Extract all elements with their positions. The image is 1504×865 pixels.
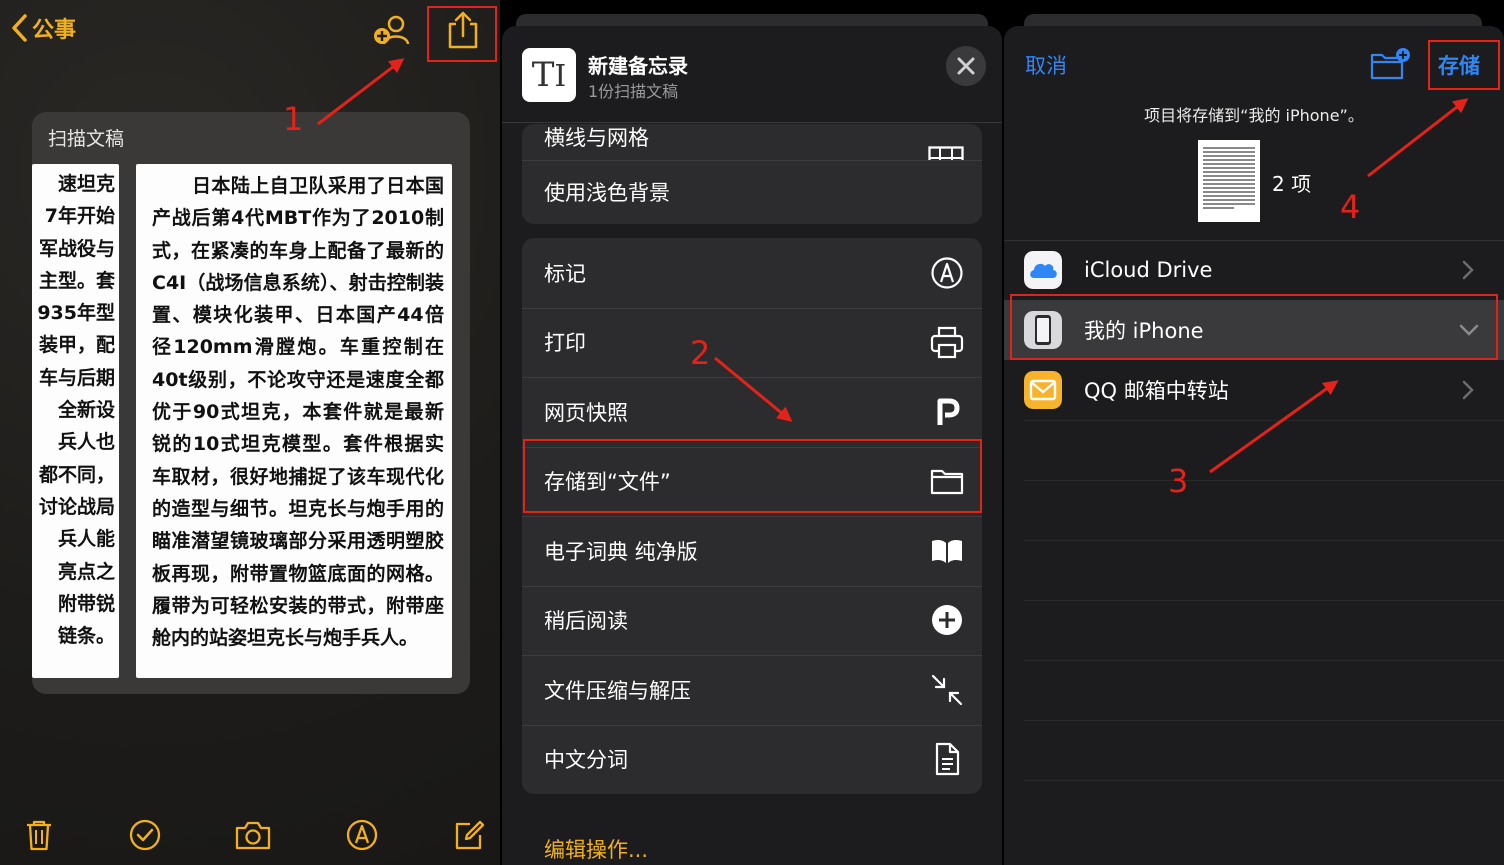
actions-group: 标记 打印 网页快照 存储到“文件” 电子词典 纯净版 稍后阅读 文件压缩与解压… bbox=[522, 238, 982, 794]
scan-card-title: 扫描文稿 bbox=[48, 128, 125, 150]
my-iphone-highlight-box bbox=[1010, 294, 1498, 360]
divider bbox=[1024, 420, 1504, 421]
document-icon bbox=[935, 743, 960, 776]
files-sheet: 取消 存储 项目将存储到“我的 iPhone”。 2 项 iCloud Driv… bbox=[1004, 26, 1504, 865]
sheet-subtitle: 1份扫描文稿 bbox=[588, 82, 679, 101]
save-highlight-box bbox=[1428, 40, 1500, 90]
chevron-right-icon bbox=[1462, 380, 1474, 400]
book-icon bbox=[932, 539, 962, 563]
scanned-page-previous[interactable]: 速坦克 7年开始军战役与主型。套 935年型装甲，配车与后期全新设兵人也都不同， 讨论… bbox=[32, 164, 119, 678]
checklist-icon[interactable] bbox=[128, 818, 162, 852]
action-label: 网页快照 bbox=[544, 400, 628, 425]
save-to-files-highlight-box bbox=[523, 439, 982, 513]
action-light-background[interactable]: 使用浅色背景 bbox=[522, 160, 982, 224]
scanned-page-text: 日本陆上自卫队采用了日本国产战后第4代MBT作为了2010制式，在紧凑的车身上配… bbox=[152, 175, 444, 650]
action-dictionary[interactable]: 电子词典 纯净版 bbox=[522, 516, 982, 586]
trash-icon[interactable] bbox=[22, 818, 56, 852]
scanned-page-line: 装甲，配 bbox=[38, 334, 115, 357]
action-lines-grids[interactable]: 横线与网格 bbox=[522, 124, 982, 160]
scanned-page-line: 车与后期 bbox=[38, 366, 115, 389]
edit-actions-link[interactable]: 编辑操作... bbox=[544, 834, 648, 864]
action-label: 文件压缩与解压 bbox=[544, 678, 691, 703]
annotation-number: 1 bbox=[283, 100, 304, 138]
scanned-page-current[interactable]: 日本陆上自卫队采用了日本国产战后第4代MBT作为了2010制式，在紧凑的车身上配… bbox=[136, 164, 452, 678]
document-thumbnail bbox=[1198, 140, 1260, 222]
action-web-snapshot[interactable]: 网页快照 bbox=[522, 377, 982, 447]
note-document-icon: TI bbox=[522, 48, 576, 102]
action-compress[interactable]: 文件压缩与解压 bbox=[522, 655, 982, 725]
notes-toolbar bbox=[0, 810, 500, 860]
grid-icon bbox=[928, 146, 964, 160]
scanned-page-line: 兵人也 bbox=[57, 431, 115, 454]
action-word-segmentation[interactable]: 中文分词 bbox=[522, 724, 982, 795]
action-label: 打印 bbox=[544, 331, 586, 356]
new-folder-icon[interactable] bbox=[1370, 48, 1410, 80]
annotation-number: 3 bbox=[1168, 462, 1189, 500]
scanned-page-line: 链条。 bbox=[57, 625, 115, 648]
compress-icon bbox=[931, 674, 963, 705]
annotation-number: 4 bbox=[1340, 188, 1361, 226]
camera-icon[interactable] bbox=[234, 818, 272, 852]
location-qq-mail[interactable]: QQ 邮箱中转站 bbox=[1004, 360, 1504, 420]
action-print[interactable]: 打印 bbox=[522, 307, 982, 378]
chevron-right-icon bbox=[1462, 260, 1474, 280]
scanned-page-line: 全新设 bbox=[57, 399, 115, 422]
scanned-page-line: 附带锐 bbox=[57, 592, 115, 615]
chevron-left-icon bbox=[12, 14, 27, 42]
divider bbox=[1024, 480, 1504, 481]
action-label: 标记 bbox=[544, 261, 586, 286]
divider bbox=[1024, 720, 1504, 721]
location-icloud-drive[interactable]: iCloud Drive bbox=[1004, 240, 1504, 300]
sheet-header-divider bbox=[502, 122, 1002, 123]
action-label: 使用浅色背景 bbox=[544, 181, 670, 205]
share-sheet-panel: TI 新建备忘录 1份扫描文稿 横线与网格 使用浅色背景 标记 打印 网页快照 … bbox=[502, 0, 1002, 865]
icloud-icon bbox=[1024, 251, 1062, 289]
add-collaborator-icon[interactable] bbox=[372, 12, 412, 48]
scanned-page-line: 速坦克 bbox=[57, 173, 115, 195]
scanned-page-line: 讨论战局 bbox=[38, 495, 115, 518]
share-highlight-box bbox=[427, 6, 497, 62]
plus-circle-icon bbox=[932, 605, 962, 636]
back-button[interactable]: 公事 bbox=[10, 12, 76, 44]
notes-panel: 公事 扫描文稿 速坦克 7年开始军战役与主型。套 935年型装甲，配车与后期全新设兵… bbox=[0, 0, 500, 865]
scanned-page-line: 935年型 bbox=[37, 302, 115, 325]
scanned-page-line: 亮点之 bbox=[57, 560, 115, 583]
action-label: 横线与网格 bbox=[544, 126, 649, 150]
action-read-later[interactable]: 稍后阅读 bbox=[522, 585, 982, 656]
action-markup[interactable]: 标记 bbox=[522, 238, 982, 308]
scanned-page-line: 兵人能 bbox=[57, 528, 115, 551]
close-icon[interactable] bbox=[946, 46, 986, 86]
markup-pen-icon[interactable] bbox=[345, 818, 379, 852]
cancel-button[interactable]: 取消 bbox=[1025, 50, 1067, 80]
action-label: 稍后阅读 bbox=[544, 609, 628, 634]
markup-icon bbox=[931, 257, 963, 289]
action-label: 电子词典 纯净版 bbox=[544, 539, 698, 564]
compose-icon[interactable] bbox=[452, 818, 486, 852]
action-label: 中文分词 bbox=[544, 748, 628, 773]
print-icon bbox=[930, 327, 964, 359]
location-label: iCloud Drive bbox=[1084, 258, 1213, 282]
destination-note: 项目将存储到“我的 iPhone”。 bbox=[1144, 106, 1364, 125]
divider bbox=[1024, 600, 1504, 601]
item-count: 2 项 bbox=[1272, 172, 1312, 196]
annotation-number: 2 bbox=[690, 334, 711, 372]
p-icon bbox=[937, 398, 960, 425]
scanned-page-line: 7年开始 bbox=[44, 205, 115, 228]
divider bbox=[1024, 660, 1504, 661]
scanned-page-line: 都不同， bbox=[38, 463, 115, 486]
divider bbox=[1024, 540, 1504, 541]
divider bbox=[1024, 780, 1504, 781]
files-panel: 取消 存储 项目将存储到“我的 iPhone”。 2 项 iCloud Driv… bbox=[1004, 0, 1504, 865]
scanned-page-line: 军战役与 bbox=[38, 237, 115, 260]
location-label: QQ 邮箱中转站 bbox=[1084, 379, 1229, 403]
scanned-document-card[interactable]: 扫描文稿 速坦克 7年开始军战役与主型。套 935年型装甲，配车与后期全新设兵人也都… bbox=[32, 112, 470, 694]
scanned-page-line: 主型。套 bbox=[38, 269, 115, 292]
options-group: 横线与网格 使用浅色背景 bbox=[522, 124, 982, 224]
back-label: 公事 bbox=[32, 18, 77, 43]
sheet-title: 新建备忘录 bbox=[588, 54, 688, 78]
mail-icon bbox=[1024, 371, 1062, 409]
